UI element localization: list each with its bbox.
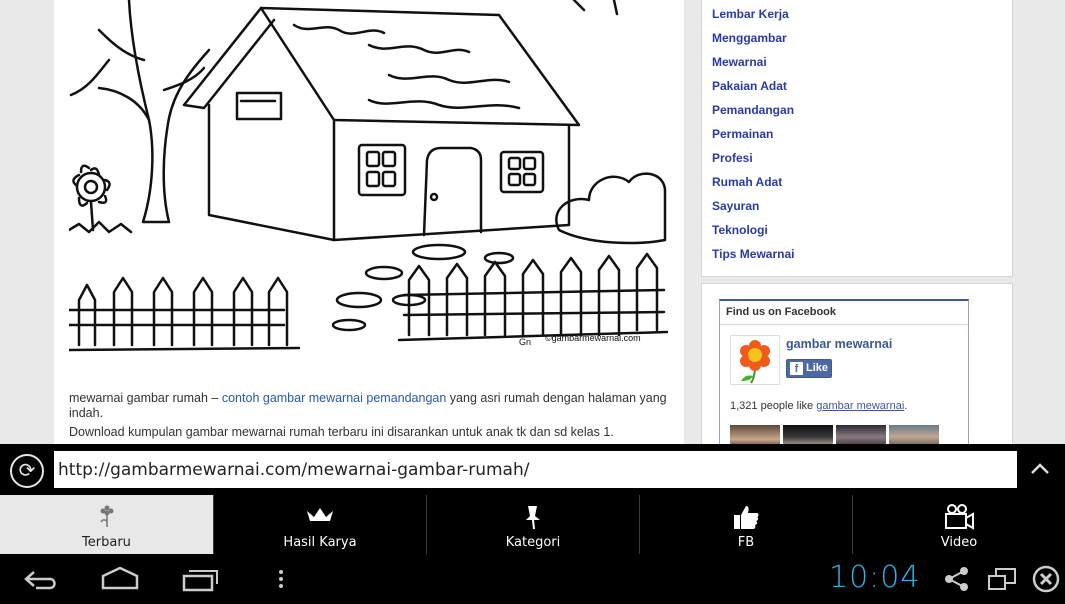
post-text: mewarnai gambar rumah – contoh gambar me…: [69, 391, 669, 440]
page-logo[interactable]: [730, 335, 780, 385]
facebook-header: Find us on Facebook: [720, 301, 968, 325]
facebook-page-name[interactable]: gambar mewarnai: [786, 337, 892, 351]
category-link[interactable]: Sayuran: [712, 198, 794, 222]
category-link[interactable]: Lembar Kerja: [712, 6, 794, 30]
flower-logo-icon: [740, 340, 770, 384]
video-camera-icon: [945, 504, 974, 530]
category-link[interactable]: Mewarnai: [712, 54, 794, 78]
post-description: Download kumpulan gambar mewarnai rumah …: [69, 425, 614, 439]
web-content[interactable]: Gn ©gambarmewarnai.com mewarnai gambar r…: [0, 0, 1065, 444]
tab-label: Terbaru: [82, 535, 131, 550]
refresh-icon[interactable]: ⟳: [10, 454, 44, 488]
category-link[interactable]: Profesi: [712, 150, 794, 174]
count-suffix: .: [904, 400, 908, 412]
tab-video[interactable]: Video: [852, 495, 1065, 554]
close-icon[interactable]: [1031, 564, 1061, 594]
tab-label: Kategori: [505, 535, 561, 550]
category-box: Lembar Kerja Menggambar Mewarnai Pakaian Ad…: [701, 0, 1013, 277]
category-link[interactable]: Menggambar: [712, 30, 794, 54]
caption-link[interactable]: contoh gambar mewarnai pemandangan: [222, 391, 446, 405]
house-coloring-image[interactable]: Gn ©gambarmewarnai.com: [67, 0, 669, 390]
fan-avatar[interactable]: [730, 425, 780, 444]
category-list: Lembar Kerja Menggambar Mewarnai Pakaian Ad…: [712, 6, 794, 270]
screen: Gn ©gambarmewarnai.com mewarnai gambar r…: [0, 0, 1065, 604]
category-link[interactable]: Pakaian Adat: [712, 78, 794, 102]
category-link[interactable]: Permainan: [712, 126, 794, 150]
url-bar: ⟳: [0, 444, 1065, 495]
facebook-like-box: Find us on Facebook gambar mewarnai f Li…: [719, 299, 969, 444]
tab-fb[interactable]: FB: [639, 495, 852, 554]
caption-prefix: mewarnai gambar rumah –: [69, 391, 222, 405]
thumbs-up-icon: [734, 506, 759, 529]
tab-label: FB: [737, 535, 755, 550]
tab-label: Hasil Karya: [283, 535, 357, 550]
post-content: Gn ©gambarmewarnai.com mewarnai gambar r…: [54, 0, 684, 444]
facebook-like-count: 1,321 people like gambar mewarnai.: [730, 400, 907, 412]
category-link[interactable]: Teknologi: [712, 222, 794, 246]
home-icon[interactable]: [100, 564, 140, 594]
facebook-box: Find us on Facebook gambar mewarnai f Li…: [701, 283, 1013, 444]
count-prefix: 1,321 people like: [730, 400, 817, 412]
tab-label: Video: [940, 535, 978, 550]
image-signature: Gn: [519, 337, 531, 347]
window-resize-icon[interactable]: [986, 564, 1018, 594]
recent-apps-icon[interactable]: [181, 564, 221, 594]
fan-avatar[interactable]: [889, 425, 939, 444]
fan-avatar[interactable]: [783, 425, 833, 444]
menu-dots-icon[interactable]: [275, 564, 287, 594]
facebook-like-button[interactable]: f Like: [786, 359, 832, 378]
bottom-tab-bar: Terbaru Hasil Karya Kategori FB Video: [0, 495, 1065, 554]
pin-icon: [526, 506, 540, 530]
url-input[interactable]: [54, 451, 1017, 488]
category-link[interactable]: Rumah Adat: [712, 174, 794, 198]
like-label: Like: [806, 362, 829, 374]
tab-hasil-karya[interactable]: Hasil Karya: [213, 495, 426, 554]
flower-icon: [99, 505, 113, 527]
post-caption: mewarnai gambar rumah – contoh gambar me…: [69, 391, 669, 421]
facebook-f-icon: f: [790, 362, 803, 375]
image-watermark: ©gambarmewarnai.com: [545, 333, 641, 343]
share-icon[interactable]: [943, 564, 971, 594]
facebook-faces: [730, 425, 939, 444]
count-link[interactable]: gambar mewarnai: [816, 400, 904, 412]
back-icon[interactable]: [22, 564, 62, 594]
tab-kategori[interactable]: Kategori: [426, 495, 639, 554]
chevron-up-icon[interactable]: [1026, 454, 1054, 484]
fan-avatar[interactable]: [836, 425, 886, 444]
system-clock: 10:04: [829, 560, 921, 595]
crown-icon: [307, 508, 333, 521]
tab-terbaru[interactable]: Terbaru: [0, 495, 213, 554]
category-link[interactable]: Tips Mewarnai: [712, 246, 794, 270]
system-navigation-bar: 10:04: [0, 554, 1065, 604]
category-link[interactable]: Pemandangan: [712, 102, 794, 126]
